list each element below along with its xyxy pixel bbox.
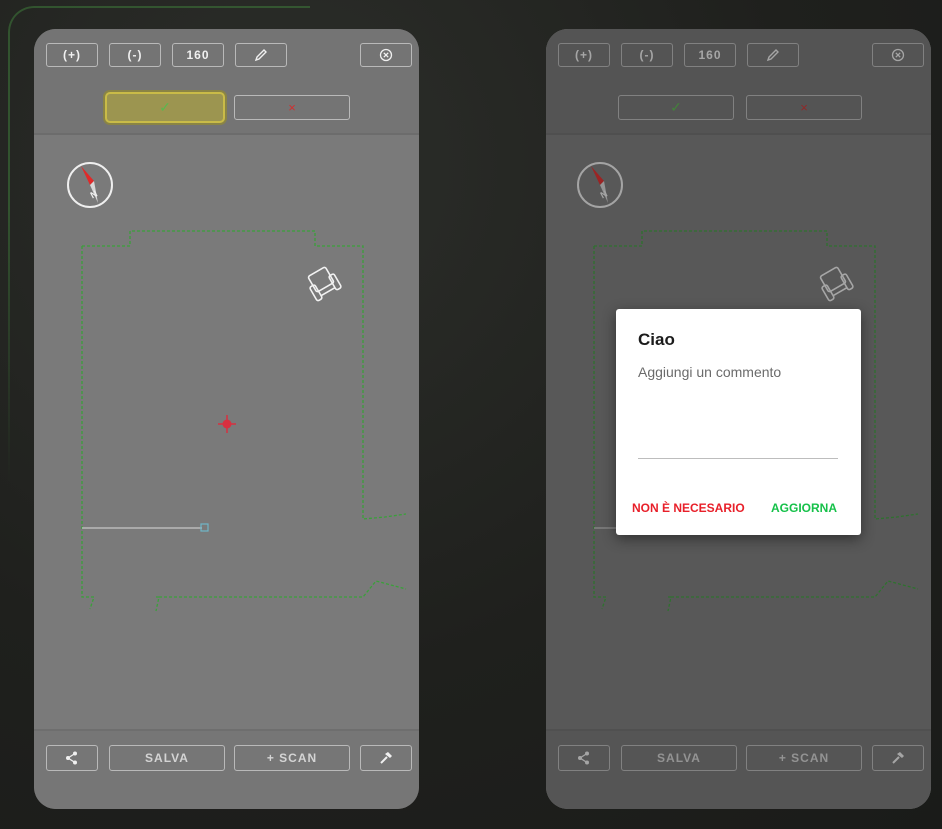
zoom-out-button[interactable]: (-): [621, 43, 673, 67]
compass-letter: N: [89, 189, 99, 201]
draw-button[interactable]: [747, 43, 799, 67]
hammer-icon: [380, 752, 392, 764]
draw-button[interactable]: [235, 43, 287, 67]
comment-dialog: Ciao NON È NECESARIO AGGIORNA: [616, 309, 861, 535]
confirm-button[interactable]: ✓: [618, 95, 734, 120]
x-icon: ×: [800, 100, 808, 115]
share-button[interactable]: [558, 745, 610, 771]
cancel-edit-button[interactable]: ×: [234, 95, 350, 120]
armchair-icon: [819, 266, 854, 302]
close-button[interactable]: [360, 43, 412, 67]
cancel-edit-button[interactable]: ×: [746, 95, 862, 120]
share-icon: [578, 751, 589, 765]
dialog-title: Ciao: [638, 330, 675, 349]
floor-plan-canvas[interactable]: N: [34, 29, 419, 809]
phone-screen-editing: N (+) (-) 160 ✓ × SALVA + SCAN: [34, 29, 419, 809]
compass-icon[interactable]: N: [67, 162, 113, 208]
compass-letter: N: [599, 189, 609, 201]
zoom-out-button[interactable]: (-): [109, 43, 161, 67]
close-button[interactable]: [872, 43, 924, 67]
update-button[interactable]: AGGIORNA: [771, 501, 837, 515]
crosshair-icon: [218, 415, 236, 433]
zoom-in-button[interactable]: (+): [558, 43, 610, 67]
comment-input[interactable]: [638, 364, 838, 459]
armchair-icon[interactable]: [304, 265, 342, 302]
tools-button[interactable]: [872, 745, 924, 771]
share-button[interactable]: [46, 745, 98, 771]
top-toolbar: (+) (-) 160 ✓ ×: [34, 29, 419, 135]
close-circle-icon: [379, 48, 393, 62]
bottom-toolbar: SALVA + SCAN: [34, 729, 419, 809]
hammer-icon: [892, 752, 904, 764]
confirm-button[interactable]: ✓: [105, 92, 225, 123]
scan-button[interactable]: + SCAN: [234, 745, 350, 771]
top-toolbar: (+) (-) 160 ✓ ×: [546, 29, 931, 135]
zoom-value-button[interactable]: 160: [684, 43, 736, 67]
scan-button[interactable]: + SCAN: [746, 745, 862, 771]
pencil-icon: [766, 49, 779, 62]
tools-button[interactable]: [360, 745, 412, 771]
zoom-value-button[interactable]: 160: [172, 43, 224, 67]
bottom-toolbar: SALVA + SCAN: [546, 729, 931, 809]
save-button[interactable]: SALVA: [109, 745, 225, 771]
pencil-icon: [254, 49, 267, 62]
zoom-in-button[interactable]: (+): [46, 43, 98, 67]
close-circle-icon: [891, 48, 905, 62]
share-icon: [66, 751, 77, 765]
compass-icon: N: [577, 162, 623, 208]
not-needed-button[interactable]: NON È NECESARIO: [632, 501, 745, 515]
save-button[interactable]: SALVA: [621, 745, 737, 771]
x-icon: ×: [288, 100, 296, 115]
check-icon: ✓: [159, 99, 171, 115]
check-icon: ✓: [670, 99, 682, 115]
